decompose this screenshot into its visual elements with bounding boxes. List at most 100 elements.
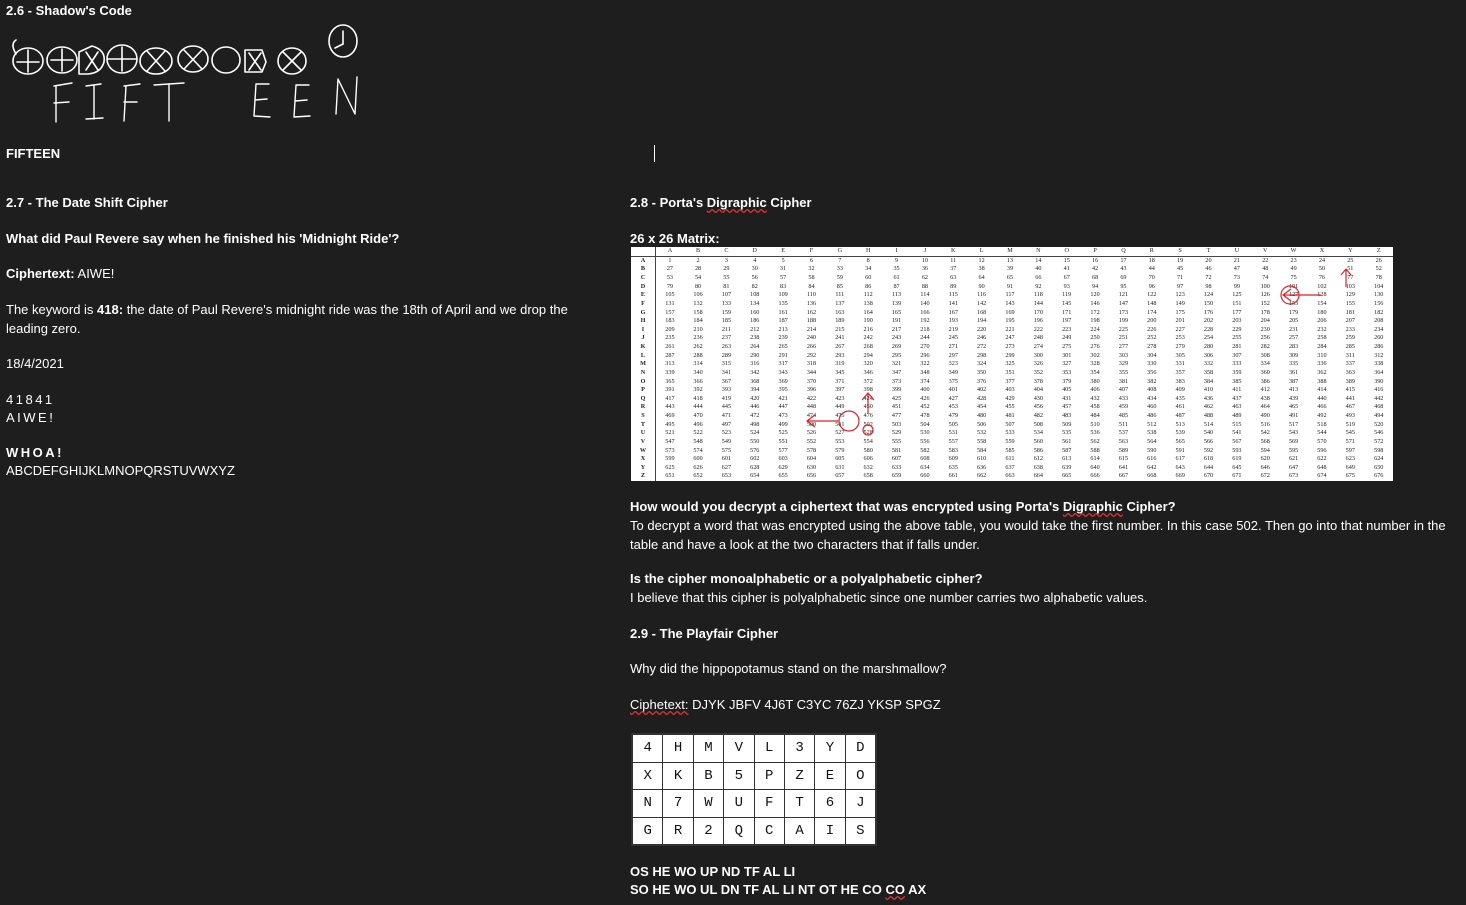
matrix-cell: 509 xyxy=(1062,420,1072,428)
matrix-cell: 218 xyxy=(920,325,930,333)
matrix-cell: 89 xyxy=(950,282,957,290)
matrix-cell: 665 xyxy=(1062,472,1072,480)
matrix-cell: 555 xyxy=(891,437,902,445)
matrix-cell: 543 xyxy=(1288,429,1299,437)
matrix-cell: 385 xyxy=(1232,377,1242,385)
matrix-cell: 159 xyxy=(721,308,732,316)
matrix-cell: 332 xyxy=(1203,360,1214,368)
matrix-cell: 349 xyxy=(948,368,958,376)
playfair-row: GR2QCAIS xyxy=(631,816,877,845)
matrix-cell: 438 xyxy=(1260,394,1270,402)
matrix-cell: 420 xyxy=(750,394,760,402)
matrix-col-header: D xyxy=(740,247,769,257)
matrix-cell: 243 xyxy=(891,334,902,342)
matrix-cell: 139 xyxy=(891,299,902,307)
matrix-cell: 319 xyxy=(835,360,845,368)
matrix-cell: 122 xyxy=(1147,291,1157,299)
matrix-cell: 289 xyxy=(721,351,732,359)
matrix-cell: 57 xyxy=(780,274,787,282)
line2-pre: SO HE WO UL DN TF AL LI NT OT HE CO xyxy=(630,882,886,897)
matrix-cell: 608 xyxy=(920,455,930,463)
matrix-cell: 475 xyxy=(835,412,845,420)
matrix-cell: 490 xyxy=(1260,412,1270,420)
matrix-cell: 673 xyxy=(1288,472,1299,480)
matrix-cell: 205 xyxy=(1288,317,1299,325)
matrix-cell: 663 xyxy=(1005,472,1015,480)
matrix-cell: 461 xyxy=(1175,403,1185,411)
matrix-cell: 405 xyxy=(1062,386,1072,394)
matrix-cell: 360 xyxy=(1260,368,1270,376)
matrix-cell: 314 xyxy=(693,360,703,368)
playfair-cell: 5 xyxy=(723,761,755,790)
matrix-cell: 168 xyxy=(976,308,987,316)
matrix-cell: 392 xyxy=(693,386,703,394)
matrix-row-header: W xyxy=(631,446,656,456)
matrix-cell: 537 xyxy=(1118,429,1129,437)
matrix-row: F 131 132 133 134 135 136 137 138 139 140 141 142 143… xyxy=(631,299,1393,309)
matrix-cell: 455 xyxy=(1005,403,1015,411)
matrix-cell: 654 xyxy=(750,472,760,480)
matrix-cell: 202 xyxy=(1203,317,1214,325)
matrix-cell: 538 xyxy=(1147,429,1157,437)
matrix-cell: 238 xyxy=(750,334,760,342)
matrix-cell: 305 xyxy=(1175,351,1185,359)
matrix-cell: 160 xyxy=(750,308,760,316)
matrix-cell: 552 xyxy=(806,437,817,445)
matrix-cell: 70 xyxy=(1148,274,1155,282)
matrix-cell: 469 xyxy=(665,412,675,420)
porta-q1-post: Cipher? xyxy=(1122,499,1176,514)
matrix-cell: 231 xyxy=(1288,325,1299,333)
matrix-cell: 542 xyxy=(1260,429,1270,437)
matrix-cell: 457 xyxy=(1062,403,1072,411)
matrix-cell: 268 xyxy=(863,343,873,351)
matrix-cell: 648 xyxy=(1317,463,1327,471)
matrix-cell: 222 xyxy=(1033,325,1043,333)
matrix-cell: 300 xyxy=(1033,351,1043,359)
matrix-cell: 163 xyxy=(835,308,845,316)
matrix-cell: 619 xyxy=(1232,455,1242,463)
matrix-cell: 143 xyxy=(1005,299,1015,307)
matrix-cell: 342 xyxy=(750,368,760,376)
porta-question-1: How would you decrypt a ciphertext that … xyxy=(630,499,1176,514)
matrix-cell: 58 xyxy=(808,274,815,282)
matrix-cell: 612 xyxy=(1033,455,1043,463)
matrix-cell: 560 xyxy=(1033,437,1043,445)
matrix-cell: 580 xyxy=(863,446,873,454)
matrix-cell: 331 xyxy=(1175,360,1185,368)
matrix-cell: 181 xyxy=(1345,308,1355,316)
matrix-cell: 43 xyxy=(1120,265,1127,273)
matrix-cell: 430 xyxy=(1033,394,1043,402)
matrix-col-header: K xyxy=(939,247,968,257)
matrix-cell: 273 xyxy=(1005,343,1015,351)
matrix-cell: 357 xyxy=(1175,368,1185,376)
matrix-cell: 647 xyxy=(1288,463,1299,471)
matrix-cell: 566 xyxy=(1203,437,1214,445)
playfair-cell: O xyxy=(844,761,877,790)
date-shift-ciphertext: Ciphertext: AIWE! xyxy=(6,266,114,281)
matrix-cell: 306 xyxy=(1203,351,1214,359)
matrix-row: Z 651 652 653 654 655 656 657 658 659 660 661 662 663… xyxy=(631,472,1393,481)
matrix-cell: 197 xyxy=(1062,317,1072,325)
matrix-cell: 172 xyxy=(1090,308,1100,316)
matrix-cell: 263 xyxy=(721,343,732,351)
matrix-cell: 545 xyxy=(1345,429,1355,437)
matrix-cell: 346 xyxy=(863,368,873,376)
matrix-cell: 206 xyxy=(1317,317,1327,325)
matrix-cell: 31 xyxy=(780,265,787,273)
matrix-cell: 2 xyxy=(696,256,700,264)
matrix-cell: 402 xyxy=(976,386,987,394)
matrix-cell: 423 xyxy=(835,394,845,402)
matrix-cell: 544 xyxy=(1317,429,1327,437)
matrix-cell: 248 xyxy=(1033,334,1043,342)
matrix-row: I 209 210 211 212 213 214 215 216 217 218 219 220 221… xyxy=(631,325,1393,335)
matrix-cell: 670 xyxy=(1203,472,1214,480)
matrix-cell: 68 xyxy=(1091,274,1099,282)
matrix-cell: 9 xyxy=(895,256,899,264)
matrix-cell: 90 xyxy=(978,282,985,290)
matrix-row-header: V xyxy=(631,437,656,447)
matrix-cell: 353 xyxy=(1062,368,1072,376)
matrix-cell: 262 xyxy=(693,343,703,351)
matrix-cell: 521 xyxy=(665,429,675,437)
matrix-cell: 341 xyxy=(721,368,732,376)
matrix-cell: 232 xyxy=(1317,325,1327,333)
